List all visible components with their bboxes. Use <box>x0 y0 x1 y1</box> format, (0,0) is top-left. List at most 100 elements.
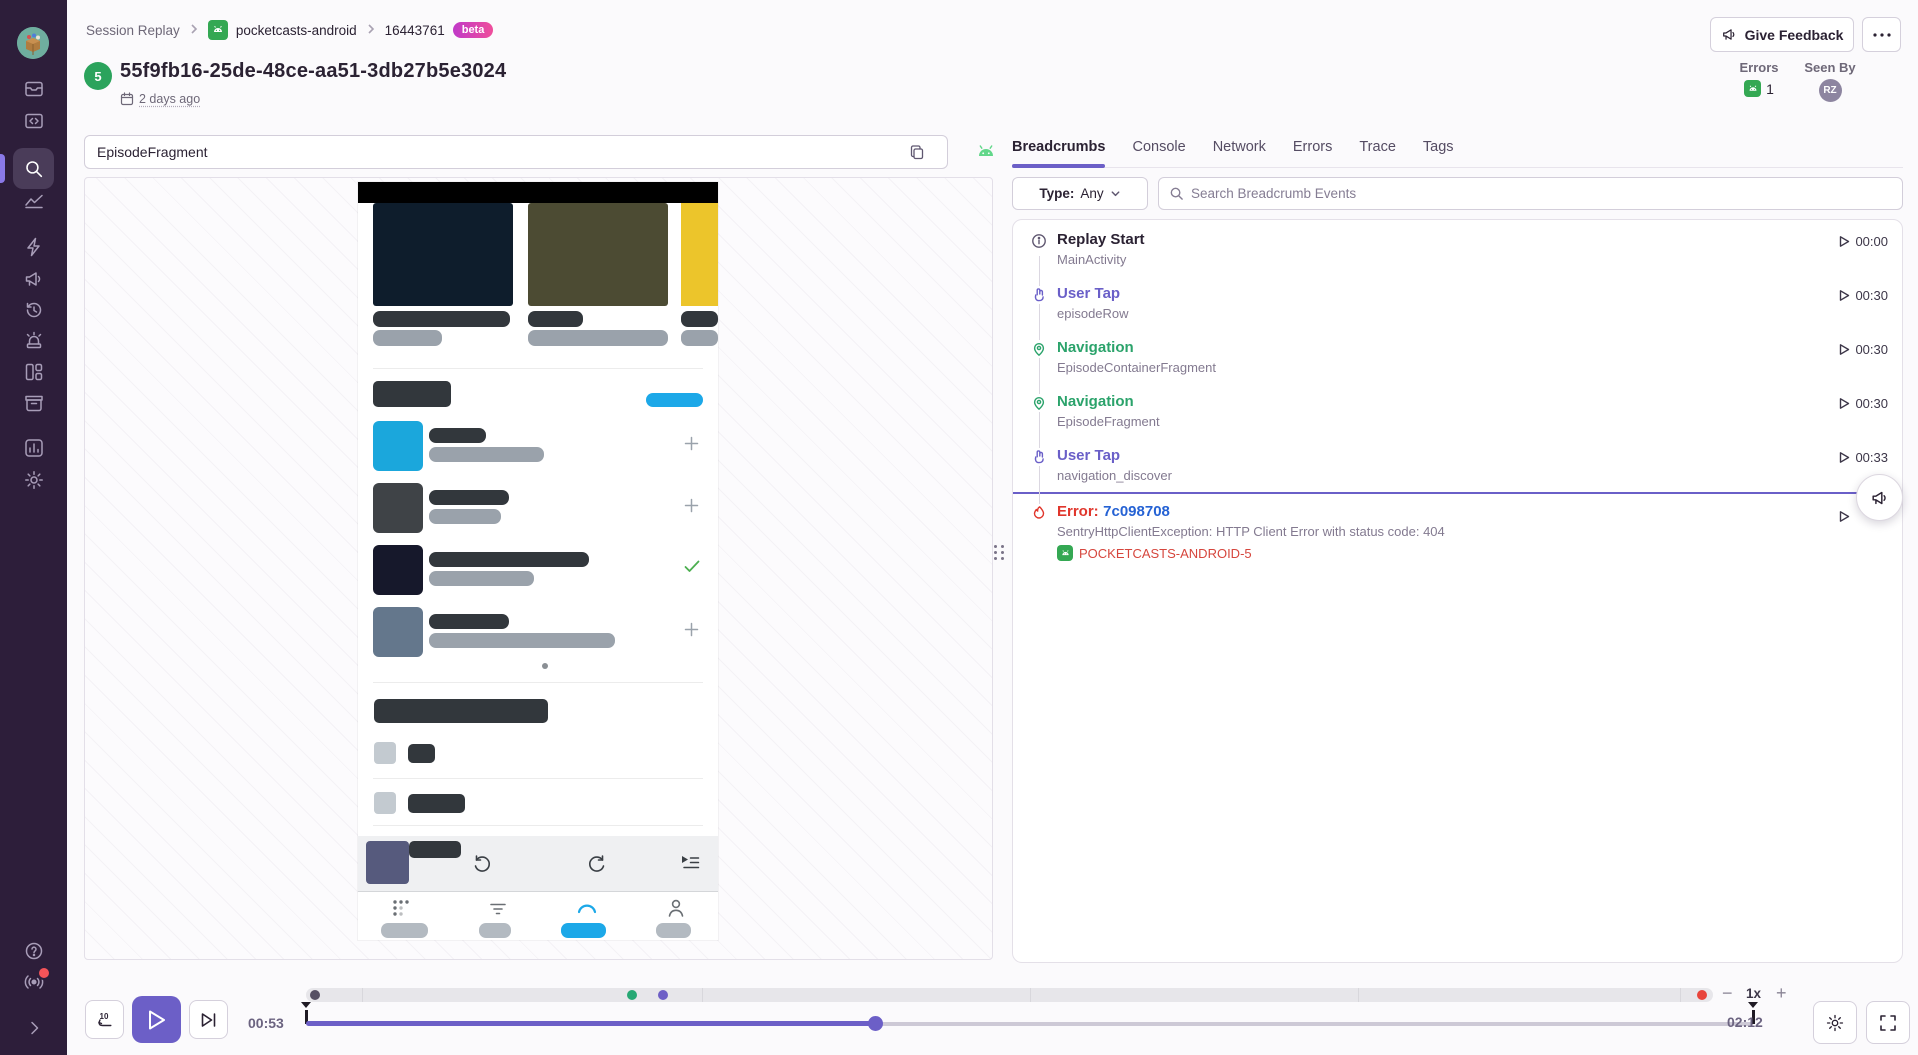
breadcrumb-search-input[interactable] <box>1191 186 1892 201</box>
time-ago-link[interactable]: 2 days ago <box>139 92 200 106</box>
skip-to-end-button[interactable] <box>189 1000 228 1039</box>
event-row[interactable]: Navigation EpisodeContainerFragment 00:3… <box>1013 330 1902 384</box>
history-clock-icon <box>23 299 45 321</box>
code-folder-icon <box>23 110 45 132</box>
seen-by-label: Seen By <box>1798 60 1862 75</box>
seekbar-remaining[interactable] <box>875 1022 1753 1026</box>
page-title: 55f9fb16-25de-48ce-aa51-3db27b5e3024 <box>120 60 506 83</box>
org-avatar-box-icon <box>17 27 49 59</box>
event-row[interactable]: Replay Start MainActivity 00:00 <box>1013 222 1902 276</box>
tab-network[interactable]: Network <box>1213 131 1266 167</box>
redacted-text <box>429 428 486 443</box>
event-description: EpisodeContainerFragment <box>1057 359 1886 377</box>
seekbar-handle[interactable] <box>868 1016 883 1031</box>
tab-trace[interactable]: Trace <box>1359 131 1396 167</box>
replay-viewport[interactable] <box>84 177 993 960</box>
rewind-10s-button[interactable]: 10 <box>85 1000 124 1039</box>
dom-selector-input[interactable] <box>84 135 948 169</box>
lightning-icon <box>23 236 45 258</box>
redacted-text <box>528 311 583 327</box>
timeline-minimap[interactable] <box>306 988 1713 1002</box>
event-timestamp[interactable]: 00:33 <box>1838 450 1888 465</box>
panel-resize-handle[interactable] <box>994 545 1006 569</box>
sidebar-item-help[interactable] <box>0 940 67 962</box>
sidebar-item-whats-new[interactable] <box>0 971 67 993</box>
help-question-icon <box>23 940 45 962</box>
error-id-link[interactable]: 7c098708 <box>1103 503 1170 520</box>
tab-breadcrumbs[interactable]: Breadcrumbs <box>1012 131 1105 167</box>
breadcrumb-session-replay[interactable]: Session Replay <box>86 23 180 38</box>
tab-tags[interactable]: Tags <box>1423 131 1454 167</box>
errors-meta: Errors 1 <box>1726 60 1792 97</box>
give-feedback-button[interactable]: Give Feedback <box>1710 17 1854 52</box>
more-options-button[interactable] <box>1862 17 1901 52</box>
tab-errors[interactable]: Errors <box>1293 131 1332 167</box>
event-row[interactable]: User Tap navigation_discover 00:33 <box>1013 438 1902 492</box>
android-project-icon <box>1057 545 1073 561</box>
sidebar-item-issues[interactable] <box>0 78 67 100</box>
timeline-marker-navigation[interactable] <box>627 990 637 1000</box>
trend-chart-icon <box>23 190 45 212</box>
sidebar-item-settings[interactable] <box>0 469 67 491</box>
skip-forward-icon <box>586 852 608 874</box>
timeline-marker-tap[interactable] <box>658 990 668 1000</box>
event-row[interactable]: User Tap episodeRow 00:30 <box>1013 276 1902 330</box>
sidebar-item-explore[interactable] <box>0 157 67 180</box>
event-timestamp[interactable]: 00:30 <box>1838 396 1888 411</box>
breadcrumb-project[interactable]: pocketcasts-android <box>236 23 357 38</box>
redacted-text <box>373 330 442 346</box>
sidebar-item-stats[interactable] <box>0 437 67 459</box>
sidebar-item-replays[interactable] <box>0 299 67 321</box>
seekbar-played[interactable] <box>306 1021 875 1026</box>
divider <box>373 682 703 683</box>
sidebar-item-components[interactable] <box>0 361 67 383</box>
page-indicator-dot <box>542 663 548 669</box>
divider <box>373 368 703 369</box>
error-project-tag[interactable]: POCKETCASTS-ANDROID-5 <box>1057 545 1886 561</box>
tab-console[interactable]: Console <box>1132 131 1185 167</box>
redacted-text <box>681 330 718 346</box>
breadcrumb-search <box>1158 177 1903 210</box>
sidebar-item-dashboards[interactable] <box>0 190 67 212</box>
sidebar-item-alerts[interactable] <box>0 330 67 352</box>
event-timestamp[interactable]: 00:00 <box>1838 234 1888 249</box>
play-button[interactable] <box>132 996 181 1043</box>
sidebar-item-user-feedback[interactable] <box>0 268 67 290</box>
timeline-gridline <box>1680 988 1681 1002</box>
event-row-error[interactable]: Error: 7c098708 SentryHttpClientExceptio… <box>1013 494 1902 571</box>
sidebar-expand-button[interactable] <box>0 1018 67 1038</box>
timeline-zoom-out-button[interactable]: − <box>1722 983 1733 1004</box>
redacted-nav-label <box>656 923 691 938</box>
feedback-fab-button[interactable] <box>1856 474 1903 521</box>
redacted-text <box>429 571 534 586</box>
errors-count[interactable]: 1 <box>1766 81 1774 97</box>
timeline-marker-error[interactable] <box>1697 990 1707 1000</box>
info-icon <box>1030 232 1048 250</box>
redacted-text <box>409 841 461 858</box>
android-project-icon <box>208 20 228 40</box>
timeline-zoom-in-button[interactable]: + <box>1776 983 1787 1004</box>
replay-phone-screen[interactable] <box>358 182 718 940</box>
breadcrumb: Session Replay pocketcasts-android 16443… <box>86 20 493 40</box>
event-timestamp[interactable] <box>1838 510 1850 523</box>
copy-button[interactable] <box>903 141 931 163</box>
event-timestamp[interactable]: 00:30 <box>1838 288 1888 303</box>
redacted-text <box>373 311 510 327</box>
sidebar-item-seer[interactable] <box>0 236 67 258</box>
timeline-marker-start[interactable] <box>310 990 320 1000</box>
sidebar-item-storage[interactable] <box>0 392 67 414</box>
player-settings-button[interactable] <box>1813 1001 1857 1044</box>
type-filter-dropdown[interactable]: Type: Any <box>1012 177 1148 210</box>
fullscreen-button[interactable] <box>1866 1001 1910 1044</box>
fullscreen-icon <box>1879 1014 1897 1032</box>
sidebar-item-projects[interactable] <box>0 110 67 132</box>
event-row[interactable]: Navigation EpisodeFragment 00:30 <box>1013 384 1902 438</box>
redacted-card <box>528 203 668 306</box>
org-avatar[interactable] <box>17 27 49 59</box>
event-title: Error: <box>1057 503 1099 520</box>
detail-tabs: Breadcrumbs Console Network Errors Trace… <box>1012 131 1903 168</box>
event-timestamp[interactable]: 00:30 <box>1838 342 1888 357</box>
megaphone-icon <box>1721 26 1738 43</box>
play-icon <box>1838 235 1850 248</box>
redacted-album-art <box>366 841 409 884</box>
